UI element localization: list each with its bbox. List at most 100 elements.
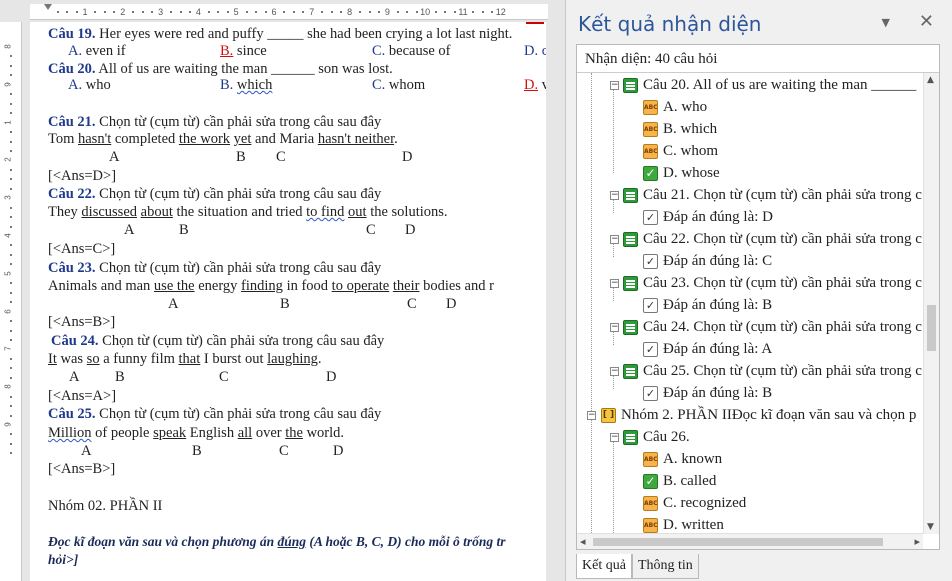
question-22-sentence: They discussed about the situation and t… — [48, 204, 448, 220]
document-area[interactable]: 1 2 3 4 5 6 7 8 9 10 11 12 89123456789 Câu 19. Her … — [0, 0, 565, 581]
close-icon[interactable]: ✕ — [919, 11, 934, 32]
ruler-tick — [10, 178, 12, 181]
tree-q23-answer[interactable]: ✓ Đáp án đúng là: B — [643, 294, 772, 316]
tree-question-22[interactable]: Câu 22. Chọn từ (cụm từ) cần phải sửa tr… — [623, 228, 922, 250]
ruler-tick — [359, 11, 362, 13]
ruler-tick — [321, 11, 324, 13]
tree-guide — [613, 199, 614, 213]
tree-vertical-scrollbar[interactable]: ▲ ▼ — [923, 73, 939, 534]
tree-question-26[interactable]: Câu 26. — [623, 426, 690, 448]
q24-letter-b: B — [115, 369, 125, 385]
tree-q20-option-a[interactable]: ABC A. who — [643, 96, 707, 118]
question-20: Câu 20. All of us are waiting the man __… — [48, 61, 393, 77]
ruler-tick — [226, 11, 229, 13]
tab-info[interactable]: Thông tin — [631, 554, 699, 579]
question-21-sentence: Tom hasn't completed the work yet and Ma… — [48, 131, 398, 147]
scroll-left-icon[interactable]: ◂ — [580, 535, 586, 548]
ruler-number: 9 — [3, 422, 13, 427]
answer-check-icon: ✓ — [643, 209, 658, 225]
vertical-scroll-thumb[interactable] — [927, 305, 936, 351]
ruler-tick — [10, 395, 12, 398]
ruler-tick — [453, 11, 456, 13]
scroll-down-icon[interactable]: ▼ — [927, 522, 934, 532]
ruler-tick — [368, 11, 371, 13]
tree-q26-option-c[interactable]: ABC C. recognized — [643, 492, 746, 514]
ruler-number: 1 — [82, 7, 88, 17]
tree-q20-option-b[interactable]: ABC B. which — [643, 118, 717, 140]
tree-group-2[interactable]: [ ] Nhóm 2. PHẦN IIĐọc kĩ đoạn văn sau và… — [601, 404, 916, 426]
ruler-tick — [10, 320, 12, 323]
question-24-sentence: It was so a funny film that I burst out … — [48, 351, 322, 367]
ruler-tick — [491, 11, 494, 13]
tree-q20-option-c[interactable]: ABC C. whom — [643, 140, 718, 162]
results-tree[interactable]: − Câu 20. All of us are waiting the man … — [577, 73, 923, 534]
ruler-tick — [10, 452, 12, 455]
ruler-tick — [255, 11, 258, 13]
scroll-right-icon[interactable]: ▸ — [914, 535, 920, 548]
tree-q22-answer[interactable]: ✓ Đáp án đúng là: C — [643, 250, 772, 272]
ruler-number: 5 — [3, 271, 13, 276]
ruler-number: 8 — [347, 7, 353, 17]
tree-q26-option-a[interactable]: ABC A. known — [643, 448, 722, 470]
q22-collapse-toggle[interactable]: − — [610, 235, 619, 244]
horizontal-ruler[interactable]: 1 2 3 4 5 6 7 8 9 10 11 12 — [30, 4, 565, 20]
group-2-heading: Nhóm 02. PHẦN II — [48, 498, 163, 514]
tree-q24-answer[interactable]: ✓ Đáp án đúng là: A — [643, 338, 772, 360]
group-2-collapse-toggle[interactable]: − — [587, 411, 596, 420]
ruler-tick — [10, 414, 12, 417]
panel-menu-icon[interactable]: ▼ — [882, 16, 890, 29]
tree-q20-option-d[interactable]: ✓ D. whose — [643, 162, 720, 184]
tree-guide — [613, 287, 614, 301]
q25-answer: [<Ans=B>] — [48, 461, 116, 477]
q21-collapse-toggle[interactable]: − — [610, 191, 619, 200]
ruler-tick — [10, 244, 12, 247]
ruler-tick — [10, 376, 12, 379]
scroll-up-icon[interactable]: ▲ — [927, 75, 934, 85]
q22-letter-a: A — [124, 222, 135, 238]
tree-q26-option-b[interactable]: ✓ B. called — [643, 470, 716, 492]
q23-collapse-toggle[interactable]: − — [610, 279, 619, 288]
tree-question-24[interactable]: Câu 24. Chọn từ (cụm từ) cần phải sửa tr… — [623, 316, 922, 338]
question-23: Câu 23. Chọn từ (cụm từ) cần phải sửa tr… — [48, 260, 382, 276]
tree-q26-option-d[interactable]: ABC D. written — [643, 514, 724, 534]
q25-letter-c: C — [279, 443, 289, 459]
question-23-sentence: Animals and man use the energy finding i… — [48, 278, 494, 294]
q20-option-b: B. which — [220, 77, 273, 93]
question-22: Câu 22. Chọn từ (cụm từ) cần phải sửa tr… — [48, 186, 382, 202]
ruler-tick — [10, 74, 12, 77]
ruler-tick — [170, 11, 173, 13]
ruler-tick — [10, 329, 12, 332]
q21-letter-b: B — [236, 149, 246, 165]
document-page[interactable]: Câu 19. Her eyes were red and puffy ____… — [30, 22, 546, 581]
ruler-tick — [302, 11, 305, 13]
q24-collapse-toggle[interactable]: − — [610, 323, 619, 332]
q26-collapse-toggle[interactable]: − — [610, 433, 619, 442]
ruler-tick — [415, 11, 418, 13]
tree-question-25[interactable]: Câu 25. Chọn từ (cụm từ) cần phải sửa tr… — [623, 360, 922, 382]
q20-collapse-toggle[interactable]: − — [610, 81, 619, 90]
recognized-count: Nhận diện: 40 câu hỏi — [585, 51, 718, 67]
panel-title: Kết quả nhận diện — [578, 12, 762, 36]
tree-question-23[interactable]: Câu 23. Chọn từ (cụm từ) cần phải sửa tr… — [623, 272, 922, 294]
tree-q21-answer[interactable]: ✓ Đáp án đúng là: D — [643, 206, 773, 228]
ruler-tick — [10, 112, 12, 115]
tree-horizontal-scrollbar[interactable]: ◂ ▸ — [577, 533, 923, 549]
indent-marker[interactable] — [44, 4, 52, 10]
q22-letter-c: C — [366, 222, 376, 238]
ruler-number: 1 — [3, 119, 13, 125]
ruler-number: 10 — [420, 7, 431, 17]
question-list-icon — [623, 77, 638, 93]
ruler-tick — [75, 11, 78, 13]
revision-mark — [526, 22, 544, 24]
tree-guide — [591, 419, 592, 534]
q25-collapse-toggle[interactable]: − — [610, 367, 619, 376]
horizontal-scroll-thumb[interactable] — [593, 538, 883, 546]
tree-question-20[interactable]: Câu 20. All of us are waiting the man __… — [623, 74, 916, 96]
tree-question-21[interactable]: Câu 21. Chọn từ (cụm từ) cần phải sửa tr… — [623, 184, 922, 206]
ruler-tick — [217, 11, 220, 13]
abc-option-icon: ABC — [643, 143, 658, 159]
ruler-tick — [10, 263, 12, 266]
tree-q25-answer[interactable]: ✓ Đáp án đúng là: B — [643, 382, 772, 404]
tab-result[interactable]: Kết quả — [576, 554, 632, 579]
panel-divider[interactable] — [548, 0, 565, 581]
